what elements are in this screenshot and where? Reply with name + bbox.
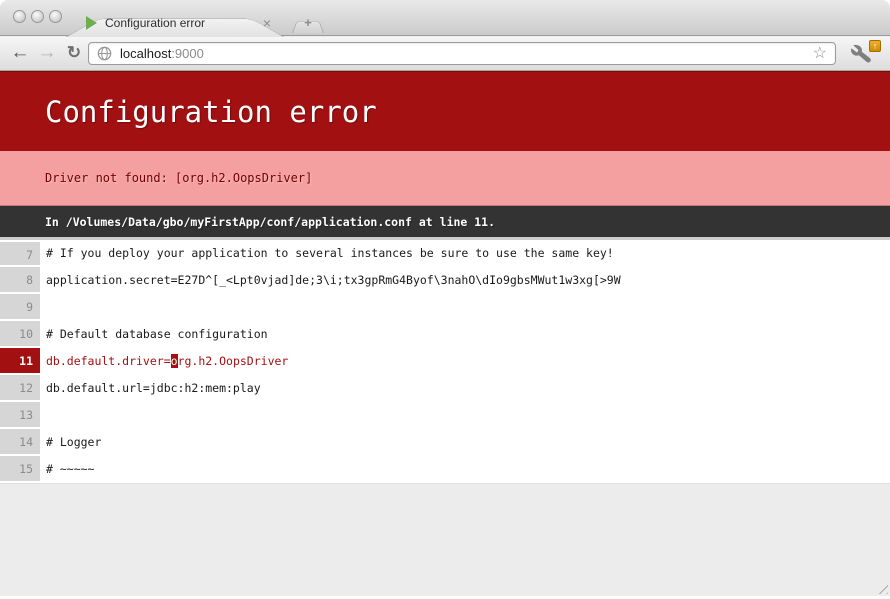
line-number: 11	[0, 348, 40, 375]
line-number: 14	[0, 429, 40, 456]
code-listing: 7 # If you deploy your application to se…	[0, 237, 890, 483]
browser-toolbar: ← → ↻ localhost:9000 ☆ ↑	[0, 37, 890, 71]
browser-window: Configuration error × + ← → ↻ localhost:…	[0, 0, 890, 599]
reload-button[interactable]: ↻	[62, 40, 86, 66]
error-marker: o	[171, 354, 178, 368]
play-framework-favicon-icon	[86, 16, 97, 30]
code-line: 9	[0, 294, 890, 321]
code-line: 11 db.default.driver=org.h2.OopsDriver	[0, 348, 890, 375]
code-line: 7 # If you deploy your application to se…	[0, 240, 890, 267]
line-number: 13	[0, 402, 40, 429]
bookmark-star-icon[interactable]: ☆	[813, 46, 827, 62]
plus-icon: +	[292, 14, 324, 32]
code-text: db.default.driver=org.h2.OopsDriver	[40, 348, 890, 375]
new-tab-button[interactable]: +	[292, 14, 324, 33]
menu-wrench-button[interactable]: ↑	[847, 40, 881, 67]
forward-button[interactable]: →	[35, 40, 59, 66]
code-line: 15 # ~~~~~	[0, 456, 890, 483]
title-bar: Configuration error × +	[0, 0, 890, 36]
code-line: 13	[0, 402, 890, 429]
code-text: db.default.url=jdbc:h2:mem:play	[40, 375, 890, 402]
line-number: 10	[0, 321, 40, 348]
url-text: localhost:9000	[120, 46, 813, 61]
code-line: 12 db.default.url=jdbc:h2:mem:play	[0, 375, 890, 402]
code-text: # ~~~~~	[40, 456, 890, 483]
code-text: # If you deploy your application to seve…	[40, 240, 890, 267]
line-number: 7	[0, 240, 40, 267]
line-number: 8	[0, 267, 40, 294]
address-bar[interactable]: localhost:9000 ☆	[88, 42, 836, 65]
back-button[interactable]: ←	[8, 40, 32, 66]
page-background	[0, 483, 890, 596]
tab-configuration-error[interactable]: Configuration error ×	[64, 7, 286, 37]
code-text	[40, 294, 890, 321]
code-line: 8 application.secret=E27D^[_<Lpt0vjad]de…	[0, 267, 890, 294]
page-title: Configuration error	[45, 95, 377, 129]
code-line: 14 # Logger	[0, 429, 890, 456]
line-number: 9	[0, 294, 40, 321]
error-detail: Driver not found: [org.h2.OopsDriver]	[0, 151, 890, 206]
code-text: # Default database configuration	[40, 321, 890, 348]
code-text: application.secret=E27D^[_<Lpt0vjad]de;3…	[40, 267, 890, 294]
tab-title: Configuration error	[105, 16, 262, 30]
globe-icon	[97, 46, 112, 61]
code-text	[40, 402, 890, 429]
url-port: :9000	[171, 46, 204, 61]
url-host: localhost	[120, 46, 171, 61]
window-minimize-button[interactable]	[31, 10, 44, 23]
window-close-button[interactable]	[13, 10, 26, 23]
code-line: 10 # Default database configuration	[0, 321, 890, 348]
line-number: 12	[0, 375, 40, 402]
code-text: # Logger	[40, 429, 890, 456]
file-location-bar: In /Volumes/Data/gbo/myFirstApp/conf/app…	[0, 206, 890, 237]
resize-grip[interactable]	[875, 581, 888, 594]
update-badge-icon: ↑	[869, 40, 881, 52]
error-banner: Configuration error	[0, 71, 890, 151]
tab-close-icon[interactable]: ×	[262, 16, 272, 30]
line-number: 15	[0, 456, 40, 483]
window-zoom-button[interactable]	[49, 10, 62, 23]
page-content: Configuration error Driver not found: [o…	[0, 71, 890, 599]
